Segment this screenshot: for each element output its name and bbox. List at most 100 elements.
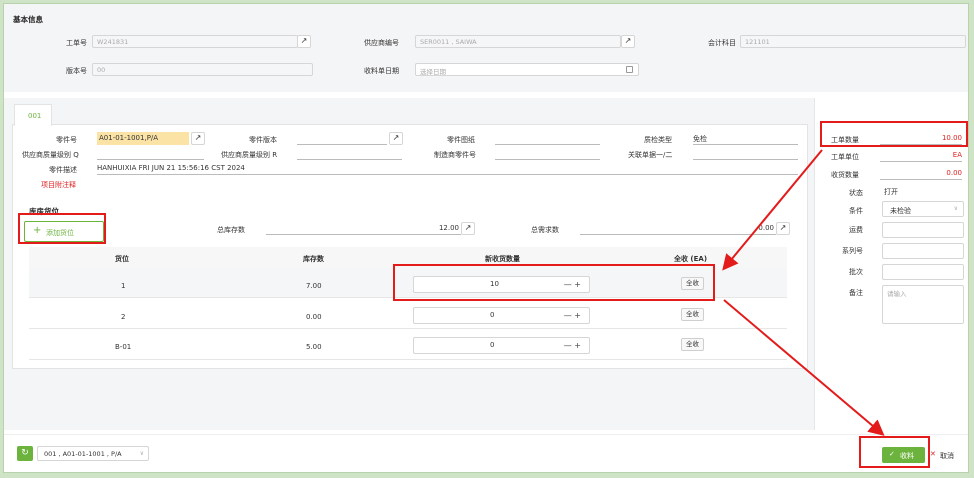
account-field[interactable]: 121101 bbox=[740, 35, 966, 48]
row-1-stock: 7.00 bbox=[306, 282, 322, 290]
condition-label: 条件 bbox=[849, 207, 863, 215]
total-demand-jump-icon[interactable]: ↗ bbox=[776, 222, 790, 235]
supplier-label: 供应商编号 bbox=[364, 39, 399, 47]
annotation-box-work-qty bbox=[820, 121, 968, 147]
annotation-box-add-location bbox=[18, 213, 106, 244]
maker-part-field[interactable] bbox=[495, 149, 600, 160]
work-unit-value: EA bbox=[952, 151, 962, 159]
version-label: 版本号 bbox=[66, 67, 87, 75]
col-new-qty: 新收货数量 bbox=[485, 255, 520, 263]
supplier-field[interactable]: SER0011 , SAIWA bbox=[415, 35, 621, 48]
desc-field[interactable]: HANHUIXIA FRI JUN 21 15:56:16 CST 2024 bbox=[97, 164, 798, 175]
supplier-jump-icon[interactable]: ↗ bbox=[621, 35, 635, 48]
row-2-qty-value: 0 bbox=[490, 311, 495, 319]
basic-info-panel bbox=[4, 4, 968, 92]
tab-001[interactable]: 001 bbox=[14, 104, 52, 126]
received-qty-field: 0.00 bbox=[880, 169, 962, 180]
chevron-down-icon: ∨ bbox=[953, 205, 958, 212]
freight-label: 运费 bbox=[849, 226, 863, 234]
part-no-label: 零件号 bbox=[56, 136, 77, 144]
total-stock-label: 总库存数 bbox=[217, 226, 245, 234]
row-3-location: B-01 bbox=[115, 343, 132, 351]
part-drawing-label: 零件图纸 bbox=[447, 136, 475, 144]
item-selector[interactable]: 001 , A01-01-1001 , P/A ∨ bbox=[37, 446, 149, 461]
item-selector-value: 001 , A01-01-1001 , P/A bbox=[44, 450, 122, 458]
col-receive-all: 全收 (EA) bbox=[674, 255, 708, 263]
total-stock-jump-icon[interactable]: ↗ bbox=[461, 222, 475, 235]
freight-field[interactable] bbox=[882, 222, 964, 238]
qc-type-label: 质检类型 bbox=[644, 136, 672, 144]
total-stock-field: 12.00 bbox=[266, 224, 461, 235]
annotation-box-qty-input bbox=[393, 264, 715, 301]
condition-value: 未检验 bbox=[890, 207, 911, 215]
received-qty-value: 0.00 bbox=[946, 169, 962, 177]
batch-field[interactable] bbox=[882, 264, 964, 280]
status-label: 状态 bbox=[849, 189, 863, 197]
version-field[interactable]: 00 bbox=[92, 63, 313, 76]
row-3-stepper-buttons[interactable]: — + bbox=[564, 338, 581, 353]
row-2-stock: 0.00 bbox=[306, 313, 322, 321]
basic-info-title: 基本信息 bbox=[13, 15, 43, 24]
row-2-receive-all-button[interactable]: 全收 bbox=[681, 308, 704, 321]
part-version-jump-icon[interactable]: ↗ bbox=[389, 132, 403, 145]
close-icon: ✕ bbox=[930, 450, 936, 458]
work-order-field[interactable]: W241831 bbox=[92, 35, 298, 48]
desc-label: 零件描述 bbox=[49, 166, 77, 174]
related-doc-field[interactable] bbox=[693, 149, 798, 160]
supplier-q-label: 供应商质量级别 Q bbox=[22, 151, 79, 159]
row-3-stock: 5.00 bbox=[306, 343, 322, 351]
tab-001-label: 001 bbox=[28, 112, 42, 120]
total-stock-value: 12.00 bbox=[438, 224, 459, 232]
row-2-qty-stepper[interactable]: 0 — + bbox=[413, 307, 590, 324]
row-divider bbox=[29, 359, 787, 360]
chevron-down-icon: ∨ bbox=[139, 450, 144, 457]
part-drawing-field[interactable] bbox=[495, 134, 600, 145]
work-unit-field: EA bbox=[880, 151, 962, 162]
part-version-label: 零件版本 bbox=[249, 136, 277, 144]
part-no-jump-icon[interactable]: ↗ bbox=[191, 132, 205, 145]
supplier-r-label: 供应商质量级别 R bbox=[221, 151, 278, 159]
batch-label: 批次 bbox=[849, 268, 863, 276]
part-no-value: A01-01-1001,P/A bbox=[99, 134, 159, 142]
row-divider bbox=[29, 328, 787, 329]
calendar-icon[interactable] bbox=[626, 66, 633, 73]
serial-field[interactable] bbox=[882, 243, 964, 259]
refresh-button[interactable]: ↻ bbox=[17, 446, 33, 461]
col-stock: 库存数 bbox=[303, 255, 324, 263]
serial-label: 系列号 bbox=[842, 247, 863, 255]
account-label: 会计科目 bbox=[708, 39, 736, 47]
total-demand-value: 0.00 bbox=[758, 224, 774, 232]
row-3-qty-value: 0 bbox=[490, 341, 495, 349]
cancel-button-label: 取消 bbox=[940, 452, 954, 460]
remark-placeholder: 请输入 bbox=[887, 290, 907, 298]
received-qty-label: 收货数量 bbox=[831, 171, 859, 179]
related-doc-label: 关联单据一/二 bbox=[628, 151, 673, 159]
row-2-stepper-buttons[interactable]: — + bbox=[564, 308, 581, 323]
supplier-r-field[interactable] bbox=[297, 149, 402, 160]
part-version-field[interactable] bbox=[297, 134, 387, 145]
remark-textarea[interactable]: 请输入 bbox=[882, 285, 964, 324]
remark-label: 备注 bbox=[849, 289, 863, 297]
annotation-box-receive bbox=[859, 436, 930, 468]
part-no-field[interactable]: A01-01-1001,P/A bbox=[97, 132, 189, 145]
maker-part-label: 制造商零件号 bbox=[434, 151, 476, 159]
work-unit-label: 工单单位 bbox=[831, 153, 859, 161]
note-label: 项目附注释 bbox=[41, 181, 76, 189]
total-demand-label: 总需求数 bbox=[531, 226, 559, 234]
row-3-qty-stepper[interactable]: 0 — + bbox=[413, 337, 590, 354]
work-order-jump-icon[interactable]: ↗ bbox=[297, 35, 311, 48]
row-2-location: 2 bbox=[121, 313, 126, 321]
row-3-receive-all-button[interactable]: 全收 bbox=[681, 338, 704, 351]
refresh-icon: ↻ bbox=[21, 448, 29, 458]
supplier-q-field[interactable] bbox=[97, 149, 204, 160]
qc-type-field[interactable]: 免检 bbox=[693, 134, 798, 145]
receipt-date-field[interactable]: 选择日期 bbox=[415, 63, 639, 76]
app-window: 基本信息 工单号 W241831 ↗ 供应商编号 SER0011 , SAIWA… bbox=[3, 3, 969, 473]
total-demand-field: 0.00 bbox=[580, 224, 776, 235]
col-location: 货位 bbox=[115, 255, 129, 263]
work-order-label: 工单号 bbox=[66, 39, 87, 47]
cancel-button[interactable]: ✕ 取消 bbox=[928, 447, 964, 463]
receipt-date-label: 收料单日期 bbox=[364, 67, 399, 75]
condition-select[interactable]: 未检验 ∨ bbox=[882, 201, 964, 217]
status-value: 打开 bbox=[884, 188, 898, 196]
